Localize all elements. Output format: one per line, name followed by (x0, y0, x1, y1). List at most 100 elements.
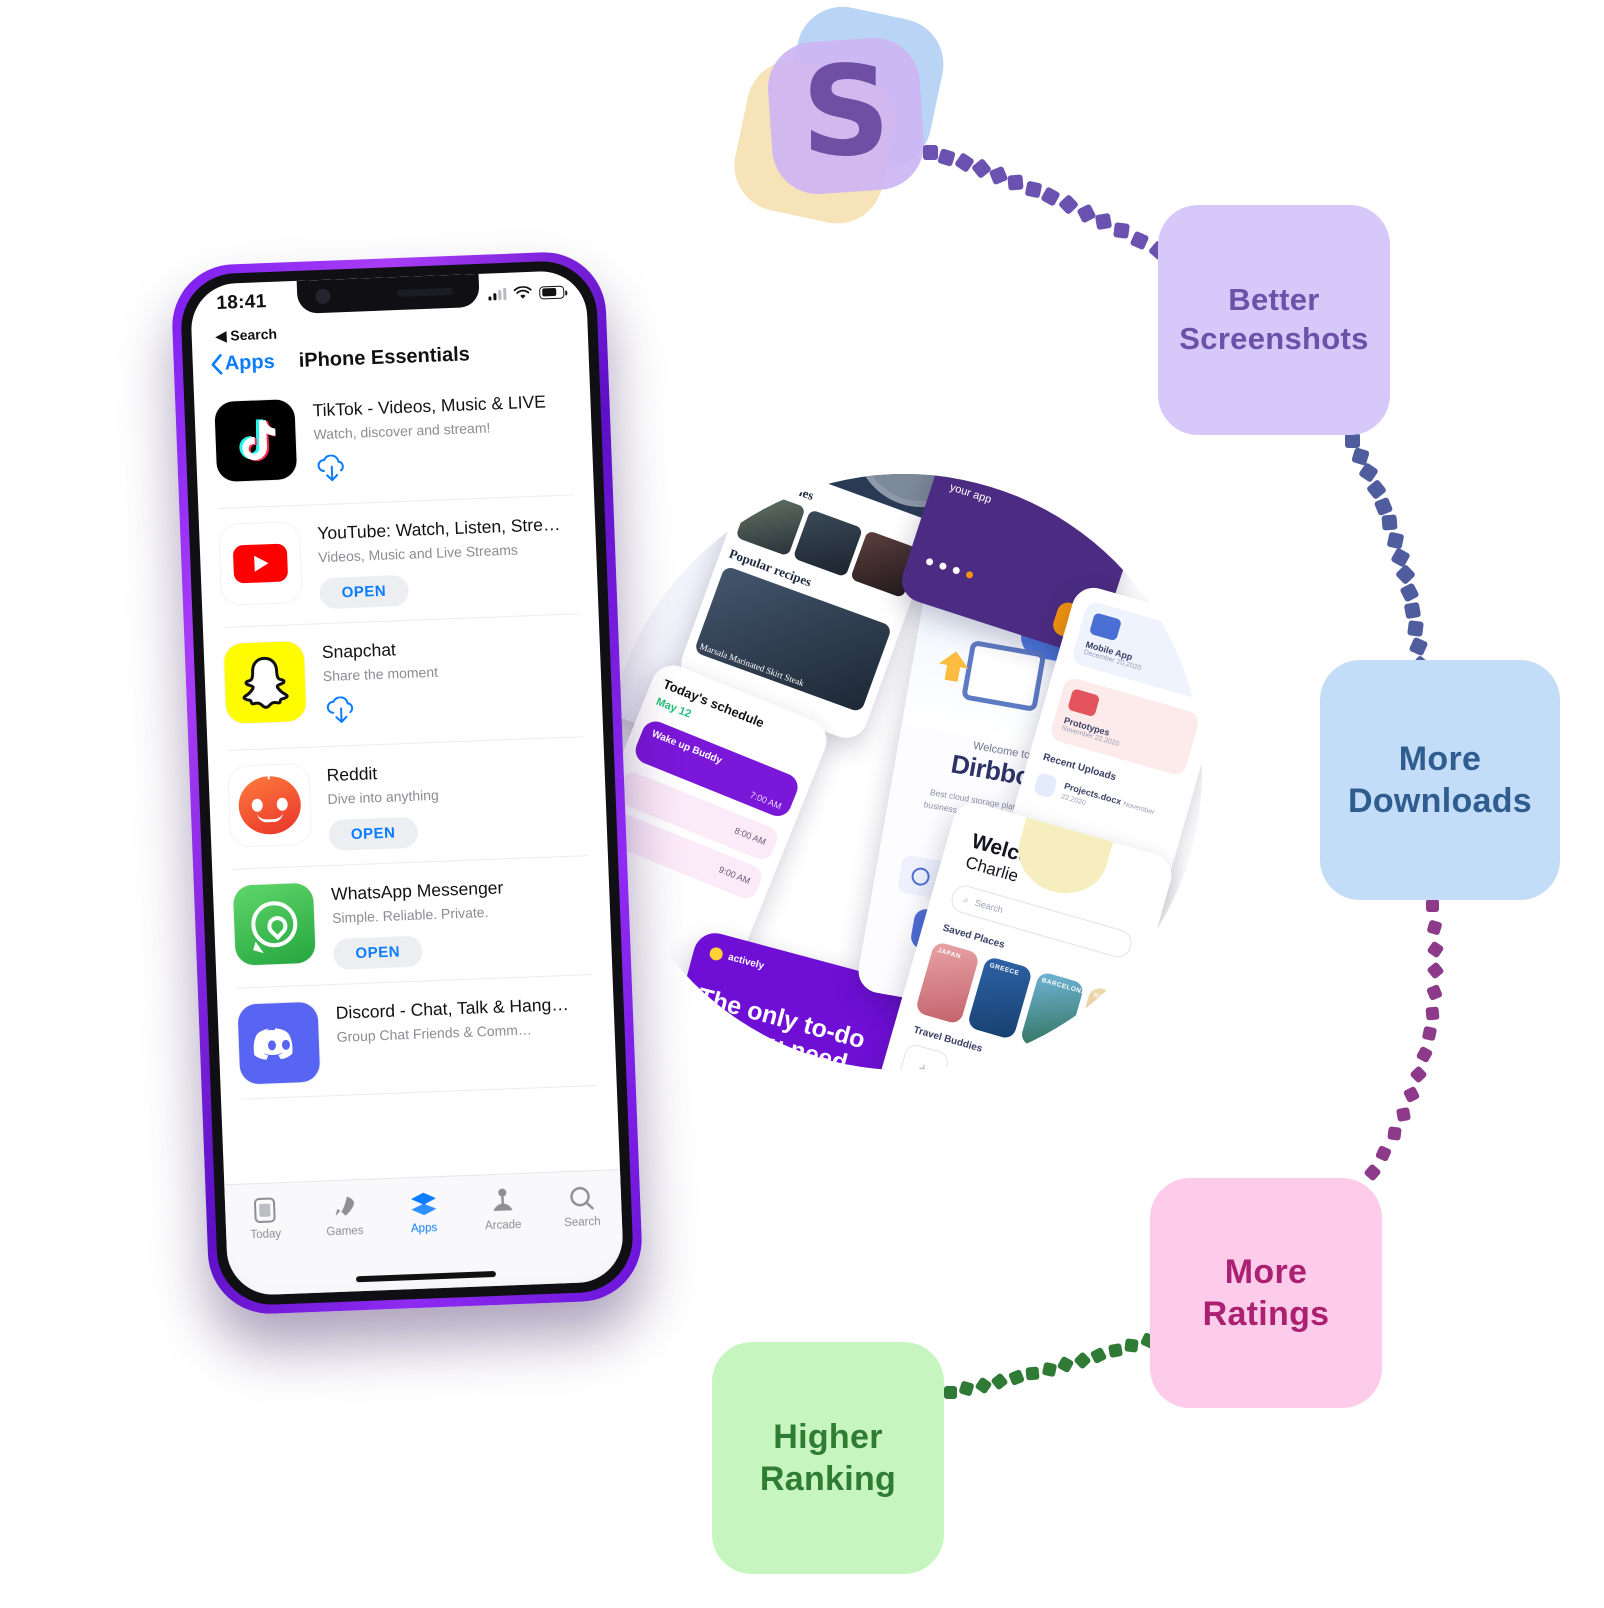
front-camera-icon (314, 288, 331, 305)
airplane-icon: ✈ (617, 532, 662, 589)
place-card: BARCELONA (1018, 970, 1085, 1055)
app-subtitle: Videos, Music and Live Streams (317, 541, 519, 566)
connector-dash (1403, 1085, 1421, 1104)
snapchat-icon[interactable] (223, 640, 307, 724)
open-button[interactable]: OPEN (319, 574, 409, 610)
app-action[interactable] (314, 445, 573, 490)
list-item-body: Snapchat Share the moment (321, 630, 582, 732)
connector-dash (1007, 173, 1024, 191)
whatsapp-icon[interactable] (232, 882, 316, 966)
connector-dash (1076, 202, 1097, 224)
connector-dash (1426, 961, 1446, 980)
tab-arcade[interactable]: Arcade (462, 1186, 543, 1233)
connector-dash (1007, 1368, 1025, 1386)
connector-dash (988, 165, 1009, 186)
youtube-play-glyph (232, 543, 289, 584)
recipe-kicker: PASTA (807, 332, 846, 355)
list-item[interactable]: Discord - Chat, Talk & Hang… Group Chat … (236, 975, 597, 1100)
app-logo: S (725, 0, 962, 232)
connector-dash (1375, 1144, 1393, 1162)
tab-today[interactable]: Today (225, 1195, 306, 1242)
benefit-card-higher-ranking: Higher Ranking (712, 1342, 944, 1574)
connector-dash (1107, 1342, 1123, 1358)
connector-dash (1113, 222, 1131, 240)
connector-dash (1425, 898, 1439, 912)
list-item-body: TikTok - Videos, Music & LIVE Watch, dis… (312, 388, 573, 490)
tab-label: Games (326, 1225, 364, 1239)
back-search-label[interactable]: Search (230, 326, 277, 344)
schedule-slot-time: 8:00 AM (733, 825, 768, 848)
connector-dash (922, 144, 938, 160)
cloud-download-icon[interactable] (314, 454, 349, 485)
place-card: ROME (1071, 985, 1137, 1070)
list-item[interactable]: YouTube: Watch, Listen, Stre… Videos, Mu… (218, 495, 579, 628)
connector-dash (1425, 1006, 1440, 1021)
youtube-icon[interactable] (218, 521, 302, 605)
benefit-line-2: Downloads (1347, 782, 1533, 820)
schedule-slot-time: 9:00 AM (717, 864, 752, 887)
place-label: ROME (1093, 991, 1116, 1005)
reddit-icon[interactable] (228, 763, 312, 847)
app-screenshot-collage: Updated 1 day ago. ✈ PASTA colored farfa… (606, 367, 1202, 1078)
tab-apps[interactable]: Apps (383, 1189, 464, 1236)
connector-dash (1025, 1366, 1041, 1381)
place-label: GREECE (988, 961, 1020, 978)
cellular-signal-icon (488, 287, 507, 301)
image-frame-icon (961, 639, 1047, 713)
schedule-event-title: Wake up Buddy (650, 728, 724, 767)
brand-dot-icon (708, 945, 725, 962)
tiktok-note-glyph (239, 419, 277, 462)
discord-icon[interactable] (237, 1001, 321, 1085)
add-buddy-button: + (895, 1042, 951, 1070)
list-item[interactable]: TikTok - Videos, Music & LIVE Watch, dis… (213, 372, 575, 510)
snapchat-ghost-glyph (242, 656, 289, 709)
open-button[interactable]: OPEN (332, 935, 423, 970)
benefit-card-more-downloads: More Downloads (1320, 660, 1560, 900)
scooter-graphic (1078, 474, 1160, 516)
tab-label: Today (250, 1228, 282, 1242)
tab-label: Apps (410, 1222, 438, 1236)
connector-dash (1426, 940, 1445, 959)
app-subtitle: Dive into anything (327, 786, 440, 808)
list-item-body: WhatsApp Messenger Simple. Reliable. Pri… (331, 872, 592, 970)
tab-games[interactable]: Games (304, 1192, 385, 1239)
rocket-icon (331, 1193, 357, 1221)
folder-icon (1088, 612, 1122, 642)
connector-dash (1421, 1026, 1437, 1042)
app-action[interactable] (324, 687, 583, 732)
app-subtitle: Watch, discover and stream! (313, 419, 491, 443)
todo-headline: The only to-do app you need (687, 982, 869, 1078)
app-name: WhatsApp Messenger (330, 877, 504, 904)
connector-dash (943, 1385, 957, 1399)
stack-icon (409, 1190, 437, 1218)
back-button[interactable]: Apps (210, 351, 275, 376)
app-name: Discord - Chat, Talk & Hang… (335, 993, 570, 1023)
app-subtitle: Group Chat Friends & Comm… (336, 1021, 533, 1045)
list-item[interactable]: WhatsApp Messenger Simple. Reliable. Pri… (232, 856, 593, 989)
benefit-line-1: Better (1228, 282, 1320, 318)
recipe-hero-line1: colored (802, 343, 842, 369)
list-item[interactable]: Snapchat Share the moment (222, 614, 584, 751)
connector-dash (1415, 1045, 1434, 1064)
cloud-download-icon[interactable] (324, 696, 359, 727)
connector-dash (990, 1372, 1010, 1391)
tiktok-icon[interactable] (214, 399, 298, 483)
recipe-hero-text: PASTA colored farfalle salad (797, 333, 872, 394)
connector-dash (1404, 601, 1422, 620)
tab-search[interactable]: Search (541, 1183, 622, 1230)
open-button[interactable]: OPEN (328, 816, 419, 852)
connector-dash (1408, 636, 1429, 657)
connector-dash (1373, 496, 1393, 516)
chevron-left-icon (211, 354, 223, 375)
app-action: OPEN (332, 929, 592, 970)
connector-dash (1095, 213, 1113, 231)
list-item[interactable]: Reddit Dive into anything OPEN (227, 737, 588, 870)
connector-dash (1381, 514, 1398, 532)
earpiece-speaker (397, 287, 454, 298)
connector-dash (1394, 564, 1416, 586)
scooter-text: Everything you need to know about your s… (948, 449, 1126, 525)
connector-dash (1129, 230, 1150, 251)
place-label: BARCELONA (1040, 976, 1085, 997)
page-title: iPhone Essentials (298, 343, 471, 372)
updated-label: Updated (637, 367, 673, 391)
